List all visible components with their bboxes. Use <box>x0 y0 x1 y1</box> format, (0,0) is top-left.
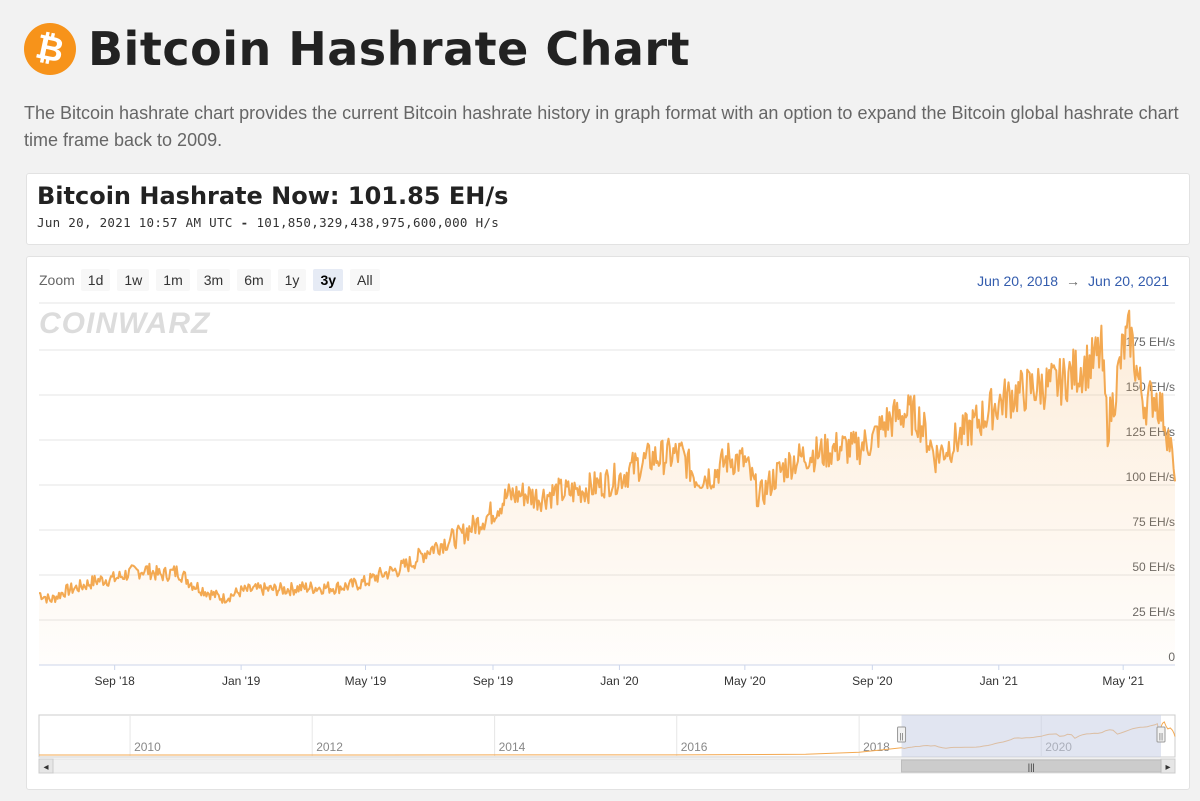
x-tick-label: Jan '21 <box>980 674 1019 688</box>
hashrate-timestamp: Jun 20, 2021 10:57 AM UTC <box>37 215 233 230</box>
navigator-tick-label: 2014 <box>499 740 526 754</box>
zoom-1y-button[interactable]: 1y <box>277 269 307 291</box>
range-from[interactable]: Jun 20, 2018 <box>977 273 1058 289</box>
hashrate-now-title: Bitcoin Hashrate Now: 101.85 EH/s <box>37 182 509 210</box>
zoom-1d-button[interactable]: 1d <box>80 269 111 291</box>
zoom-label: Zoom <box>39 272 75 288</box>
navigator-tick-label: 2016 <box>681 740 708 754</box>
hashrate-area-fill <box>39 310 1175 665</box>
hashrate-chart: 025 EH/s50 EH/s75 EH/s100 EH/s125 EH/s15… <box>38 302 1176 774</box>
intro-text: The Bitcoin hashrate chart provides the … <box>24 103 1179 150</box>
x-tick-label: Sep '20 <box>852 674 893 688</box>
zoom-1w-button[interactable]: 1w <box>117 269 150 291</box>
handle-grip-icon: || <box>899 732 903 741</box>
navigator-tick-label: 2010 <box>134 740 161 754</box>
navigator[interactable]: 201020122014201620182020|||| <box>38 714 1176 758</box>
x-tick-label: Sep '18 <box>95 674 136 688</box>
bitcoin-logo-icon: ₿ <box>24 23 76 75</box>
handle-grip-icon: || <box>1159 732 1163 741</box>
range-arrow-icon: → <box>1066 273 1081 289</box>
page-title: Bitcoin Hashrate Chart <box>88 22 691 76</box>
page-header: ₿ Bitcoin Hashrate Chart <box>24 22 690 76</box>
chart-card: 025 EH/s50 EH/s75 EH/s100 EH/s125 EH/s15… <box>26 256 1190 790</box>
navigator-tick-label: 2012 <box>316 740 343 754</box>
zoom-1m-button[interactable]: 1m <box>156 269 190 291</box>
zoom-6m-button[interactable]: 6m <box>237 269 271 291</box>
zoom-all-button[interactable]: All <box>350 269 380 291</box>
x-tick-label: Sep '19 <box>473 674 514 688</box>
scroll-right-icon: ▸ <box>1165 762 1170 773</box>
navigator-selection[interactable] <box>901 715 1161 757</box>
scrollbar-grip-icon: ||| <box>1028 762 1035 772</box>
x-tick-label: May '21 <box>1102 674 1144 688</box>
separator: - <box>240 215 249 230</box>
coinwarz-watermark: COINWARZ <box>39 307 211 340</box>
zoom-3y-button[interactable]: 3y <box>313 269 344 291</box>
date-range: Jun 20, 2018 → Jun 20, 2021 <box>977 273 1169 289</box>
navigator-scrollbar[interactable]: ◂ ▸ ||| <box>38 758 1176 774</box>
x-tick-label: May '20 <box>724 674 766 688</box>
hashrate-now-card: Bitcoin Hashrate Now: 101.85 EH/s Jun 20… <box>26 173 1190 245</box>
hashrate-full-value: 101,850,329,438,975,600,000 H/s <box>256 215 500 230</box>
x-tick-label: Jan '20 <box>600 674 639 688</box>
zoom-bar: Zoom 1d 1w 1m 3m 6m 1y 3y All <box>39 269 387 291</box>
hashrate-now-subtitle: Jun 20, 2021 10:57 AM UTC -101,850,329,43… <box>37 215 499 230</box>
zoom-3m-button[interactable]: 3m <box>196 269 231 291</box>
x-tick-label: Jan '19 <box>222 674 261 688</box>
range-to[interactable]: Jun 20, 2021 <box>1088 273 1169 289</box>
scroll-left-icon: ◂ <box>43 762 48 773</box>
x-tick-label: May '19 <box>345 674 387 688</box>
